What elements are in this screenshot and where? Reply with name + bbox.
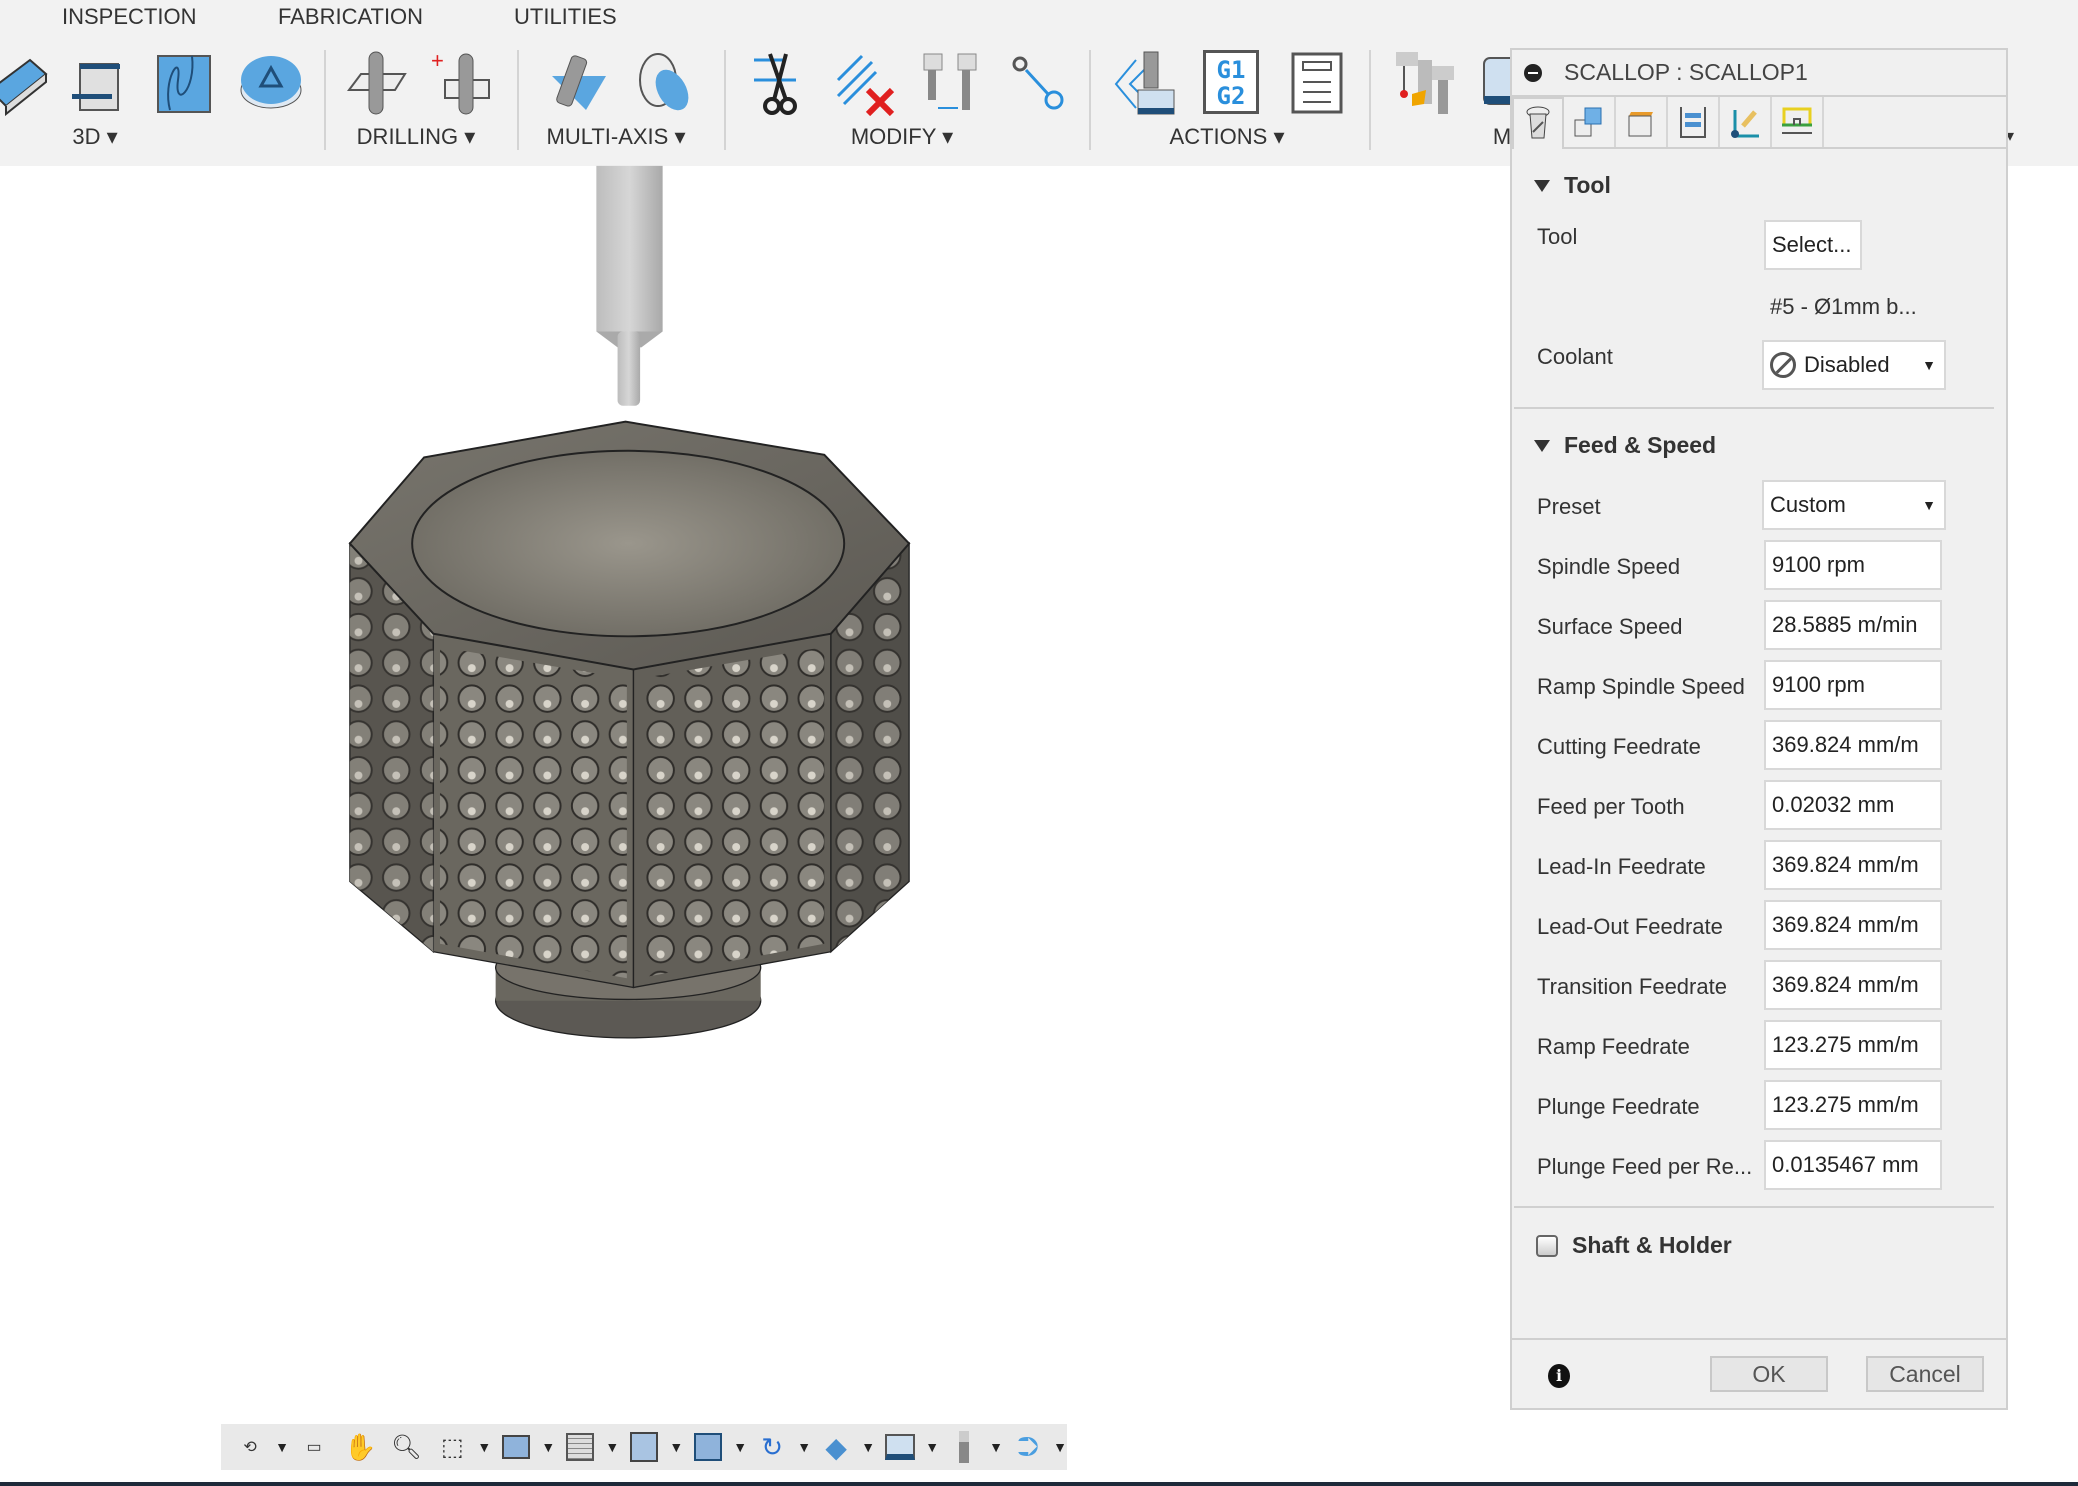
- look-at-icon[interactable]: ▭: [293, 1427, 335, 1467]
- collapse-triangle-icon: [1534, 179, 1550, 192]
- chevron-down-icon: ▼: [1922, 497, 1936, 513]
- grid-icon[interactable]: [559, 1427, 601, 1467]
- tab-passes[interactable]: [1668, 97, 1720, 147]
- field-input[interactable]: 9100 rpm: [1764, 540, 1942, 590]
- geometry-tab-icon: [1574, 107, 1602, 137]
- field-input[interactable]: 369.824 mm/m: [1764, 840, 1942, 890]
- divider: [1514, 407, 1994, 409]
- tab-heights[interactable]: [1616, 97, 1668, 147]
- chevron-down-icon[interactable]: ▼: [1053, 1439, 1067, 1455]
- disabled-icon: [1770, 352, 1796, 378]
- tool-tab-icon: [1526, 106, 1550, 139]
- chevron-down-icon[interactable]: ▼: [797, 1439, 811, 1455]
- divider: [1514, 1206, 1994, 1208]
- window-edge: [0, 1482, 2078, 1486]
- field-label: Ramp Spindle Speed: [1537, 674, 1745, 699]
- chevron-down-icon[interactable]: ▼: [605, 1439, 619, 1455]
- chevron-down-icon[interactable]: ▼: [989, 1439, 1003, 1455]
- field-input[interactable]: 0.0135467 mm: [1764, 1140, 1942, 1190]
- field-input[interactable]: 0.02032 mm: [1764, 780, 1942, 830]
- section-tool-title: Tool: [1564, 172, 1611, 198]
- coolant-label: Coolant: [1537, 344, 1613, 369]
- field-input[interactable]: 369.824 mm/m: [1764, 960, 1942, 1010]
- simulation-tab-icon: [1782, 107, 1812, 134]
- scallop-dialog: SCALLOP : SCALLOP1 Tool Tool Select... #…: [1510, 48, 2008, 1410]
- select-tool-button[interactable]: Select...: [1764, 220, 1862, 270]
- section-feed-speed-title: Feed & Speed: [1564, 432, 1717, 458]
- ok-button[interactable]: OK: [1710, 1356, 1828, 1392]
- selected-tool-name: #5 - Ø1mm b...: [1770, 294, 1917, 319]
- tool-label: Tool: [1537, 224, 1578, 249]
- field-label: Transition Feedrate: [1537, 974, 1727, 999]
- tab-geometry[interactable]: [1564, 97, 1616, 147]
- dialog-footer: i OK Cancel: [1510, 1338, 2008, 1410]
- zoom-icon[interactable]: 🔍︎: [385, 1427, 427, 1467]
- refresh-icon[interactable]: ↻: [751, 1427, 793, 1467]
- collapse-icon[interactable]: [1524, 63, 1542, 82]
- collapse-triangle-icon: [1534, 439, 1550, 452]
- tab-linking[interactable]: [1720, 97, 1772, 147]
- field-label: Plunge Feedrate: [1537, 1094, 1700, 1119]
- chevron-down-icon: ▼: [1922, 357, 1936, 373]
- field-label: Surface Speed: [1537, 614, 1683, 639]
- cnc-tool: [596, 165, 663, 406]
- dialog-tabs: [1512, 97, 2006, 149]
- coolant-value: Disabled: [1804, 352, 1890, 377]
- tool-display-icon[interactable]: [943, 1427, 985, 1467]
- chevron-down-icon[interactable]: ▼: [477, 1439, 491, 1455]
- linking-tab-icon: [1731, 110, 1759, 138]
- chevron-down-icon[interactable]: ▼: [861, 1439, 875, 1455]
- field-label: Cutting Feedrate: [1537, 734, 1701, 759]
- shaft-holder-checkbox-row[interactable]: Shaft & Holder: [1536, 1232, 1732, 1259]
- view-cube-icon[interactable]: [623, 1427, 665, 1467]
- dialog-title: SCALLOP : SCALLOP1: [1564, 59, 1808, 85]
- field-input[interactable]: 369.824 mm/m: [1764, 720, 1942, 770]
- fixture-icon[interactable]: ⮊: [1007, 1427, 1049, 1467]
- tab-simulation[interactable]: [1772, 97, 1824, 147]
- chevron-down-icon[interactable]: ▼: [541, 1439, 555, 1455]
- preset-dropdown[interactable]: Custom ▼: [1762, 480, 1946, 530]
- field-input[interactable]: 9100 rpm: [1764, 660, 1942, 710]
- navigation-bar: ⟲ ▼ ▭ ✋ 🔍︎ ⬚ ▼ ▼ ▼ ▼ ▼ ↻ ▼ ◆ ▼ ▼ ▼ ⮊ ▼: [221, 1424, 1067, 1470]
- coolant-dropdown[interactable]: Disabled ▼: [1762, 340, 1946, 390]
- field-input[interactable]: 28.5885 m/min: [1764, 600, 1942, 650]
- field-label: Lead-In Feedrate: [1537, 854, 1706, 879]
- pan-hand-icon[interactable]: ✋: [339, 1427, 381, 1467]
- field-label: Lead-Out Feedrate: [1537, 914, 1723, 939]
- field-label: Spindle Speed: [1537, 554, 1681, 579]
- stock-icon[interactable]: ◆: [815, 1427, 857, 1467]
- machine-icon[interactable]: [879, 1427, 921, 1467]
- cancel-button[interactable]: Cancel: [1866, 1356, 1984, 1392]
- chevron-down-icon[interactable]: ▼: [275, 1439, 289, 1455]
- preset-label: Preset: [1537, 494, 1601, 519]
- shaft-holder-label: Shaft & Holder: [1572, 1232, 1732, 1258]
- tab-tool[interactable]: [1512, 97, 1564, 149]
- preset-value: Custom: [1770, 492, 1846, 517]
- zoom-window-icon[interactable]: ⬚: [431, 1427, 473, 1467]
- field-label: Feed per Tooth: [1537, 794, 1685, 819]
- section-tool-header[interactable]: Tool: [1534, 172, 1611, 199]
- dialog-titlebar[interactable]: SCALLOP : SCALLOP1: [1512, 50, 2006, 97]
- chevron-down-icon[interactable]: ▼: [733, 1439, 747, 1455]
- chevron-down-icon[interactable]: ▼: [669, 1439, 683, 1455]
- field-label: Plunge Feed per Re...: [1537, 1154, 1753, 1179]
- chevron-down-icon[interactable]: ▼: [925, 1439, 939, 1455]
- orbit-icon[interactable]: ⟲: [229, 1427, 271, 1467]
- display-settings-icon[interactable]: [495, 1427, 537, 1467]
- field-input[interactable]: 369.824 mm/m: [1764, 900, 1942, 950]
- shaft-holder-checkbox[interactable]: [1536, 1234, 1558, 1257]
- heights-tab-icon: [1628, 112, 1653, 137]
- field-input[interactable]: 123.275 mm/m: [1764, 1020, 1942, 1070]
- info-icon[interactable]: i: [1548, 1364, 1570, 1388]
- passes-tab-icon: [1680, 107, 1706, 138]
- section-feed-speed-header[interactable]: Feed & Speed: [1534, 432, 1716, 459]
- toolpath-display-icon[interactable]: [687, 1427, 729, 1467]
- workpiece-model: [348, 420, 911, 1039]
- field-label: Ramp Feedrate: [1537, 1034, 1690, 1059]
- field-input[interactable]: 123.275 mm/m: [1764, 1080, 1942, 1130]
